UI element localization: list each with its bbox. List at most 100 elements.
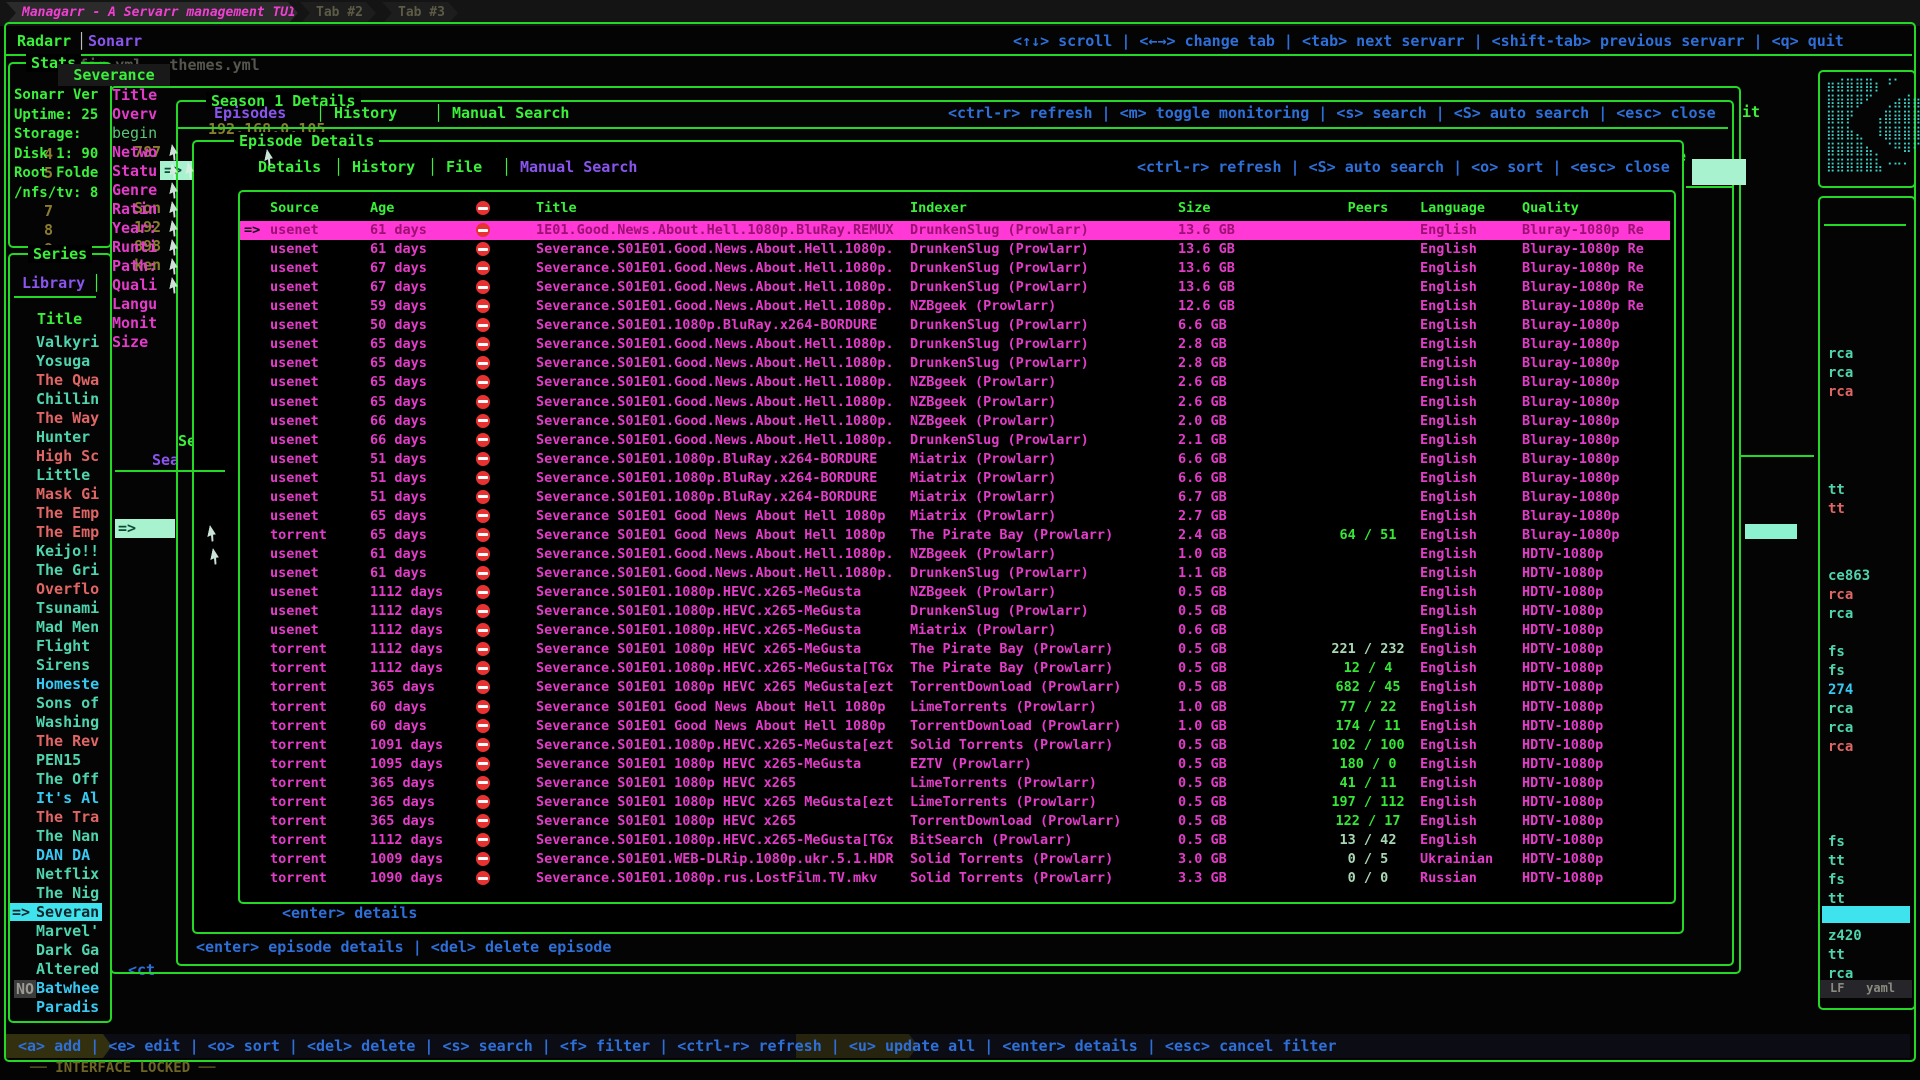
series-item[interactable]: Mask Gi [36, 485, 102, 504]
series-item[interactable]: Yosuga [36, 352, 102, 371]
search-result-row[interactable]: torrent1095 daysSeverance S01E01 1080p H… [240, 755, 1670, 774]
search-result-row[interactable]: usenet51 daysSeverance.S01E01.1080p.BluR… [240, 450, 1670, 469]
search-result-row[interactable]: usenet1112 daysSeverance.S01E01.1080p.HE… [240, 621, 1670, 640]
cell-age: 365 days [370, 774, 435, 793]
column-header-peers[interactable]: Peers [1312, 199, 1424, 218]
search-result-row[interactable]: usenet51 daysSeverance.S01E01.1080p.BluR… [240, 469, 1670, 488]
tab-history[interactable]: History [334, 104, 397, 122]
series-item[interactable]: Netflix [36, 865, 102, 884]
column-header-quality[interactable]: Quality [1522, 199, 1579, 218]
search-result-row[interactable]: torrent60 daysSeverance S01E01 Good News… [240, 698, 1670, 717]
column-header-source[interactable]: Source [270, 199, 319, 218]
series-item[interactable]: Chillin [36, 390, 102, 409]
tab-history[interactable]: History [352, 158, 415, 176]
series-item[interactable]: Flight [36, 637, 102, 656]
right-pane-entry: rca [1828, 720, 1853, 736]
series-item[interactable]: Sirens [36, 656, 102, 675]
series-item[interactable]: Altered [36, 960, 102, 979]
series-item[interactable]: Overflo [36, 580, 102, 599]
cell-age: 1090 days [370, 869, 443, 888]
series-item[interactable]: The Way [36, 409, 102, 428]
tab-severance[interactable]: Severance [58, 64, 170, 86]
search-result-row[interactable]: torrent365 daysSeverance S01E01 1080p HE… [240, 793, 1670, 812]
search-result-row[interactable]: usenet61 daysSeverance.S01E01.Good.News.… [240, 240, 1670, 259]
series-item[interactable]: DAN DA [36, 846, 102, 865]
search-result-row[interactable]: torrent60 daysSeverance S01E01 Good News… [240, 717, 1670, 736]
series-item[interactable]: The Nan [36, 827, 102, 846]
search-result-row[interactable]: usenet65 daysSeverance.S01E01.Good.News.… [240, 373, 1670, 392]
cell-size: 0.6 GB [1178, 621, 1227, 640]
series-item-selected[interactable]: =>Severan [10, 903, 102, 921]
search-result-row[interactable]: usenet59 daysSeverance.S01E01.Good.News.… [240, 297, 1670, 316]
search-result-row[interactable]: usenet65 daysSeverance.S01E01.Good.News.… [240, 393, 1670, 412]
series-item[interactable]: Dark Ga [36, 941, 102, 960]
tab-details[interactable]: Details [258, 158, 321, 176]
search-result-row[interactable]: usenet65 daysSeverance S01E01 Good News … [240, 507, 1670, 526]
search-result-row[interactable]: torrent1091 daysSeverance.S01E01.1080p.H… [240, 736, 1670, 755]
series-item[interactable]: Keijo!! [36, 542, 102, 561]
series-item[interactable]: Sons of [36, 694, 102, 713]
column-header-language[interactable]: Language [1420, 199, 1485, 218]
series-item[interactable]: Little [36, 466, 102, 485]
zellij-tab[interactable]: Tab #2 [300, 2, 376, 24]
series-item[interactable]: Mad Men [36, 618, 102, 637]
series-item[interactable]: The Off [36, 770, 102, 789]
search-result-row[interactable]: torrent1009 daysSeverance.S01E01.WEB-DLR… [240, 850, 1670, 869]
search-result-row[interactable]: torrent1112 daysSeverance S01E01 1080p H… [240, 640, 1670, 659]
rejected-icon [476, 201, 490, 215]
series-item[interactable]: The Nig [36, 884, 102, 903]
series-item[interactable]: Marvel' [36, 922, 102, 941]
search-result-row[interactable]: torrent1112 daysSeverance.S01E01.1080p.H… [240, 831, 1670, 850]
tab-library[interactable]: Library [22, 274, 85, 292]
series-item[interactable]: PEN15 [36, 751, 102, 770]
search-result-row[interactable]: torrent1090 daysSeverance.S01E01.1080p.r… [240, 869, 1670, 888]
series-item[interactable]: The Emp [36, 504, 102, 523]
series-item[interactable]: Hunter [36, 428, 102, 447]
series-item[interactable]: The Qwa [36, 371, 102, 390]
tab-manual-search[interactable]: Manual Search [452, 104, 569, 122]
tab-radarr[interactable]: Radarr [17, 32, 71, 50]
series-item[interactable]: It's Al [36, 789, 102, 808]
series-item[interactable]: Homeste [36, 675, 102, 694]
search-result-row[interactable]: torrent365 daysSeverance S01E01 1080p HE… [240, 774, 1670, 793]
series-item[interactable]: Tsunami [36, 599, 102, 618]
search-result-row[interactable]: usenet65 daysSeverance.S01E01.Good.News.… [240, 354, 1670, 373]
column-header-size[interactable]: Size [1178, 199, 1211, 218]
series-item[interactable]: The Gri [36, 561, 102, 580]
search-result-row[interactable]: usenet67 daysSeverance.S01E01.Good.News.… [240, 278, 1670, 297]
column-header-age[interactable]: Age [370, 199, 394, 218]
series-item[interactable]: Valkyri [36, 333, 102, 352]
series-item[interactable]: The Emp [36, 523, 102, 542]
cell-indexer: Solid Torrents (Prowlarr) [910, 850, 1174, 869]
search-result-row[interactable]: torrent1112 daysSeverance.S01E01.1080p.H… [240, 659, 1670, 678]
column-header-indexer[interactable]: Indexer [910, 199, 967, 218]
series-item[interactable]: The Rev [36, 732, 102, 751]
search-result-row[interactable]: usenet1112 daysSeverance.S01E01.1080p.HE… [240, 602, 1670, 621]
search-result-row[interactable]: usenet67 daysSeverance.S01E01.Good.News.… [240, 259, 1670, 278]
search-result-row[interactable]: usenet1112 daysSeverance.S01E01.1080p.HE… [240, 583, 1670, 602]
search-result-row[interactable]: usenet65 daysSeverance.S01E01.Good.News.… [240, 335, 1670, 354]
column-header-title[interactable]: Title [536, 199, 577, 218]
series-item[interactable]: High Sc [36, 447, 102, 466]
search-result-row[interactable]: torrent365 daysSeverance S01E01 1080p HE… [240, 812, 1670, 831]
tab-sonarr[interactable]: Sonarr [88, 32, 142, 50]
series-item[interactable]: Washing [36, 713, 102, 732]
search-result-row[interactable]: usenet61 daysSeverance.S01E01.Good.News.… [240, 564, 1670, 583]
zellij-tab-active[interactable]: Managarr - A Servarr management TUI [6, 2, 298, 24]
search-result-row[interactable]: usenet51 daysSeverance.S01E01.1080p.BluR… [240, 488, 1670, 507]
series-item[interactable]: Paradis [36, 998, 102, 1017]
search-result-row[interactable]: usenet50 daysSeverance.S01E01.1080p.BluR… [240, 316, 1670, 335]
search-result-row[interactable]: usenet66 daysSeverance.S01E01.Good.News.… [240, 431, 1670, 450]
scrollbar-thumb[interactable] [1745, 524, 1797, 539]
tab-episodes[interactable]: Episodes [214, 104, 286, 122]
search-result-row[interactable]: =>usenet61 days1E01.Good.News.About.Hell… [240, 221, 1670, 240]
search-result-row[interactable]: usenet66 daysSeverance.S01E01.Good.News.… [240, 412, 1670, 431]
tab-manual-search[interactable]: Manual Search [520, 158, 637, 176]
search-result-row[interactable]: torrent65 daysSeverance S01E01 Good News… [240, 526, 1670, 545]
series-item[interactable]: Batwhee [36, 979, 102, 998]
search-result-row[interactable]: torrent365 daysSeverance S01E01 1080p HE… [240, 678, 1670, 697]
series-item[interactable]: The Tra [36, 808, 102, 827]
zellij-tab[interactable]: Tab #3 [382, 2, 458, 24]
search-result-row[interactable]: usenet61 daysSeverance.S01E01.Good.News.… [240, 545, 1670, 564]
tab-file[interactable]: File [446, 158, 482, 176]
